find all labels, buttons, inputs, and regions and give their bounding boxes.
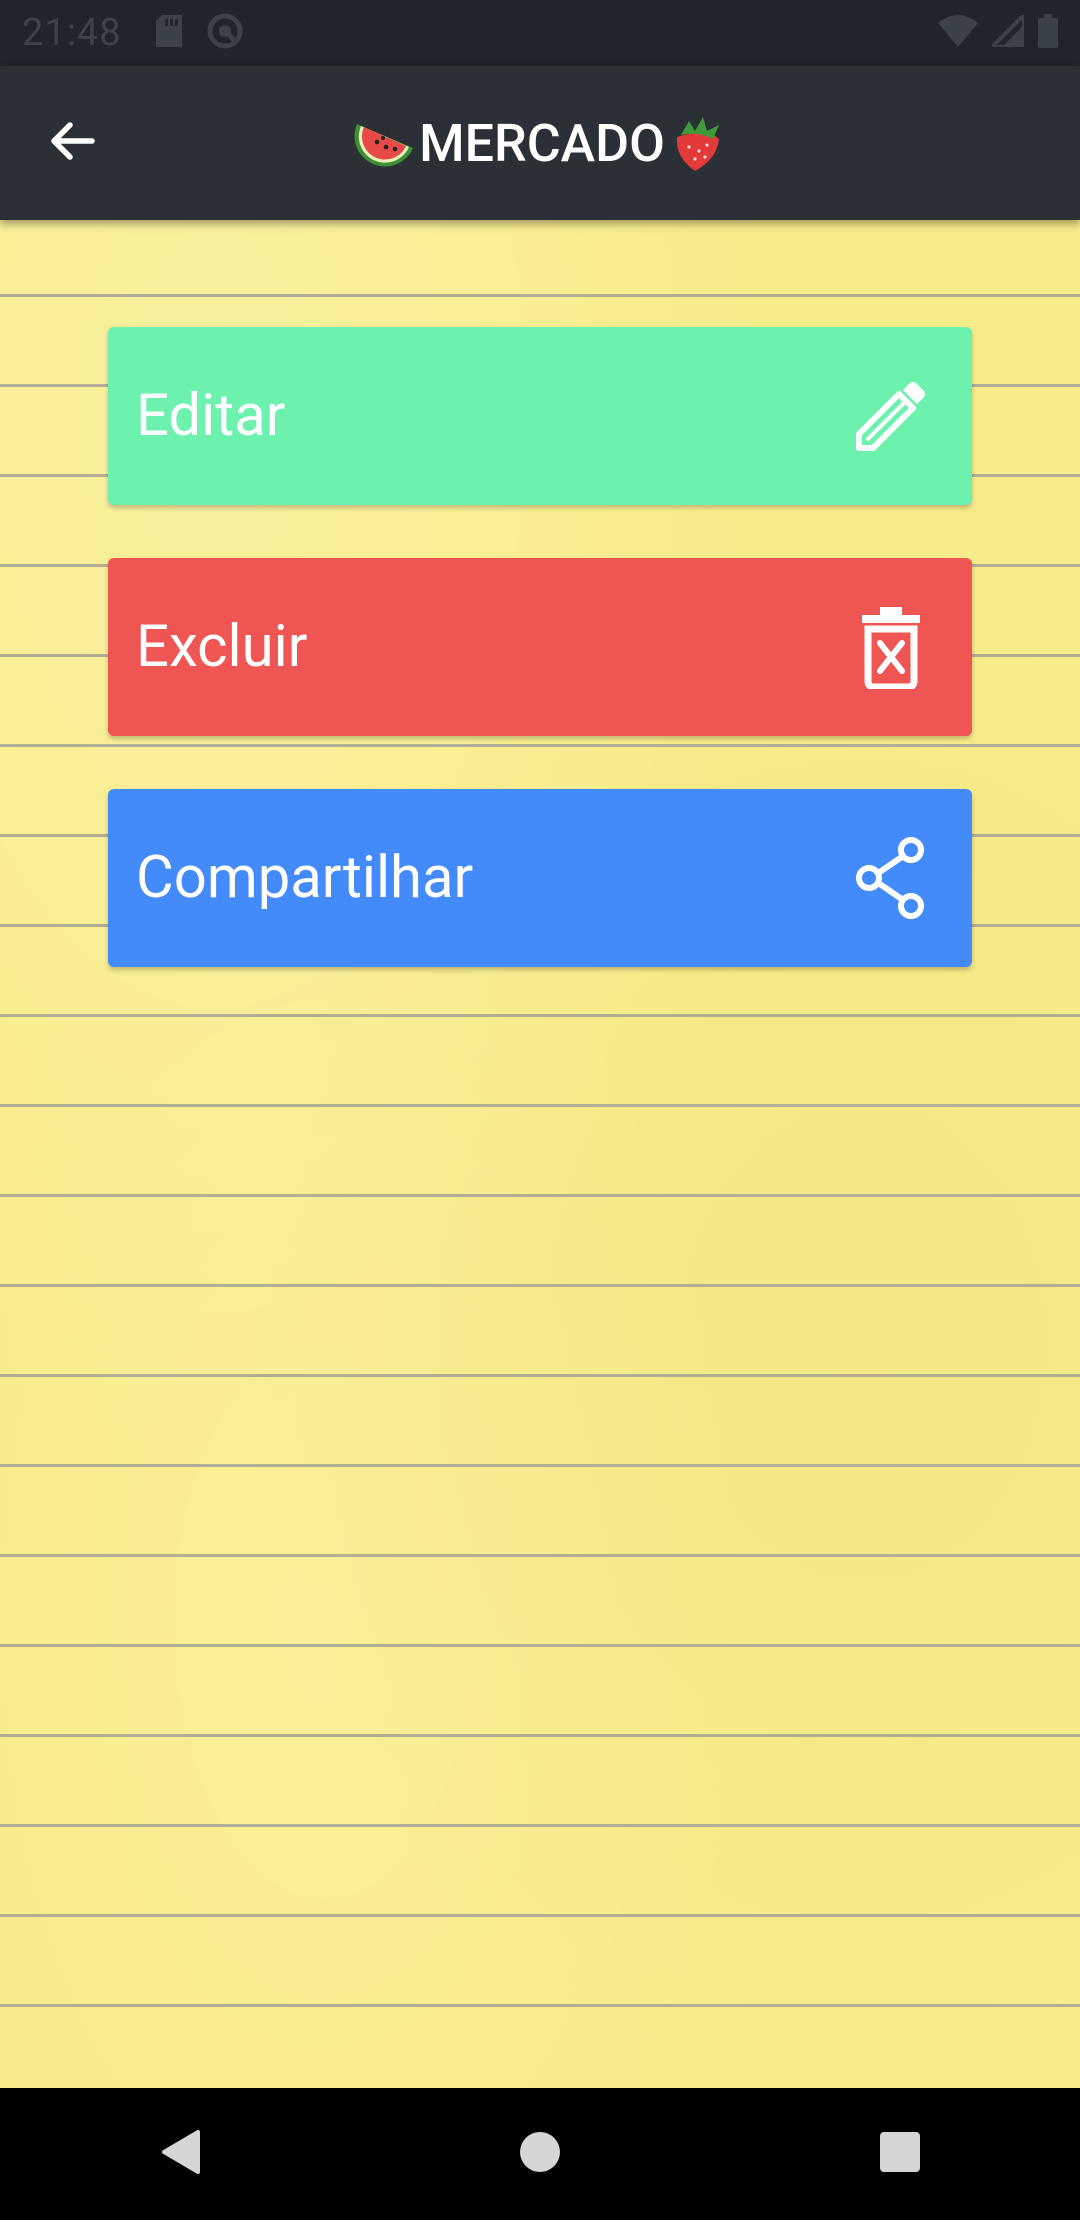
signal-icon: [987, 10, 1026, 51]
trash-x-icon: [846, 602, 936, 692]
rule-line: [0, 2004, 1080, 2007]
page-title: MERCADO: [0, 66, 1080, 220]
rule-line: [0, 1554, 1080, 1557]
app-title-text: MERCADO: [419, 112, 665, 174]
status-right-icons: [938, 10, 1058, 52]
share-icon: [846, 833, 936, 923]
recents-square-icon: [879, 2131, 921, 2177]
rule-line: [0, 1734, 1080, 1737]
pencil-icon: [846, 371, 936, 461]
rule-line: [0, 1644, 1080, 1647]
nav-home-button[interactable]: [495, 2109, 585, 2199]
sd-card-icon: [155, 15, 182, 51]
wifi-icon: [938, 15, 978, 51]
strawberry-icon: [667, 111, 727, 175]
rule-line: [0, 1914, 1080, 1917]
nav-back-button[interactable]: [135, 2109, 225, 2199]
rule-line: [0, 1284, 1080, 1287]
nav-recents-button[interactable]: [855, 2109, 945, 2199]
rule-line: [0, 1374, 1080, 1377]
delete-button[interactable]: Excluir: [108, 558, 972, 736]
sync-icon: [206, 12, 244, 54]
watermelon-icon: [353, 114, 417, 172]
battery-icon: [1038, 14, 1058, 52]
rule-line: [0, 1194, 1080, 1197]
status-time: 21:48: [22, 11, 122, 55]
rule-line: [0, 1104, 1080, 1107]
edit-button-label: Editar: [136, 382, 286, 450]
rule-line: [0, 1464, 1080, 1467]
status-bar: 21:48: [0, 0, 1080, 66]
rule-line: [0, 1824, 1080, 1827]
edit-button[interactable]: Editar: [108, 327, 972, 505]
status-left-icons: [155, 12, 244, 54]
share-button-label: Compartilhar: [136, 844, 474, 912]
delete-button-label: Excluir: [136, 613, 308, 681]
rule-line: [0, 1014, 1080, 1017]
share-button[interactable]: Compartilhar: [108, 789, 972, 967]
back-triangle-icon: [158, 2128, 202, 2180]
rule-line: [0, 294, 1080, 297]
app-bar: MERCADO: [0, 66, 1080, 220]
system-nav-bar: [0, 2088, 1080, 2220]
rule-line: [0, 744, 1080, 747]
home-circle-icon: [518, 2130, 562, 2178]
